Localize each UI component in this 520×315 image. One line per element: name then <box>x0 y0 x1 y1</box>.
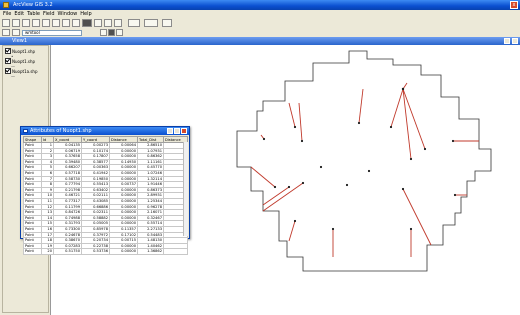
menu-item-help[interactable]: Help <box>80 10 91 18</box>
legend-layer[interactable]: Nuopt1a.shp — <box>5 68 38 79</box>
data-point <box>367 169 371 173</box>
data-point <box>423 147 427 151</box>
menu-item-edit[interactable]: Edit <box>14 10 24 18</box>
table-cell: Point <box>23 248 42 255</box>
attributes-window[interactable]: Attributes of Nuopt1.shp Shape Id X_coord Y… <box>20 126 190 255</box>
attributes-title: Attributes of Nuopt1.shp <box>30 128 92 134</box>
data-point <box>287 185 291 189</box>
data-point <box>345 183 349 187</box>
zoom-full-icon[interactable] <box>52 19 60 27</box>
attribute-table: Shape Id X_coord Y_coord Distance Total_Dist D… <box>23 136 188 255</box>
data-point <box>293 125 297 129</box>
data-point <box>301 181 305 185</box>
data-point <box>409 227 413 231</box>
save-icon[interactable] <box>2 19 10 27</box>
chart-icon[interactable] <box>128 19 140 27</box>
maximize-button[interactable] <box>174 128 180 134</box>
table-icon[interactable] <box>42 19 50 27</box>
data-point <box>357 121 361 125</box>
help-icon[interactable] <box>162 19 172 27</box>
close-button[interactable] <box>181 128 187 134</box>
minimize-button[interactable] <box>504 38 510 44</box>
tool-combo[interactable]: wmtool <box>22 30 82 36</box>
menu-item-field[interactable]: Field <box>43 10 55 18</box>
table-cell: 1.36862 <box>137 248 164 255</box>
line-symbol-icon: — <box>11 74 15 79</box>
theme-properties-icon[interactable] <box>22 19 30 27</box>
pointer-icon[interactable] <box>2 29 10 36</box>
menu-item-window[interactable]: Window <box>58 10 78 18</box>
data-point <box>453 193 457 197</box>
data-point <box>293 219 297 223</box>
edit-legend-icon[interactable] <box>32 19 40 27</box>
table-row[interactable]: Point 20 0.51750 0.53736 0.00000 1.36862 <box>23 248 188 255</box>
view-title-bar: View1 <box>0 37 520 45</box>
table-cell: 20 <box>41 248 54 255</box>
vertical-scrollbar[interactable] <box>183 142 188 236</box>
data-point <box>300 139 304 143</box>
connector-line <box>250 166 276 188</box>
menu-item-table[interactable]: Table <box>27 10 40 18</box>
data-point <box>451 139 455 143</box>
data-point <box>273 185 277 189</box>
add-theme-icon[interactable] <box>12 19 20 27</box>
study-area-polygon <box>236 50 492 272</box>
connector-line <box>288 220 296 242</box>
data-point <box>401 87 405 91</box>
minimize-button[interactable] <box>167 128 173 134</box>
app-title: ArcView GIS 3.2 <box>13 2 53 8</box>
layer-visibility-checkbox[interactable] <box>5 68 11 74</box>
menu-bar: File Edit Table Field Window Help <box>0 10 520 18</box>
connector-line <box>298 102 303 142</box>
app-title-bar: ArcView GIS 3.2 x <box>0 0 520 10</box>
table-cell: 0.53736 <box>81 248 110 255</box>
zoom-in-icon[interactable] <box>72 19 80 27</box>
connector-line <box>402 188 432 246</box>
connector-line <box>262 182 304 212</box>
menu-item-file[interactable]: File <box>3 10 11 18</box>
layout-icon[interactable] <box>144 19 158 27</box>
table-cell: 0.00000 <box>109 248 138 255</box>
maximize-button[interactable] <box>512 38 518 44</box>
connector-line <box>390 88 404 128</box>
identify-icon[interactable] <box>12 29 20 36</box>
zoom-selected-icon[interactable] <box>62 19 70 27</box>
query-builder-icon[interactable] <box>94 19 102 27</box>
data-point <box>331 227 335 231</box>
connector-line <box>358 88 364 124</box>
app-icon <box>3 2 9 8</box>
data-point <box>262 137 266 141</box>
attributes-title-bar: Attributes of Nuopt1.shp <box>21 127 189 135</box>
zoom-tool-icon[interactable] <box>100 29 107 36</box>
view-title: View1 <box>12 38 28 44</box>
select-feature-icon[interactable] <box>82 19 92 27</box>
layer-visibility-checkbox[interactable] <box>5 48 11 54</box>
table-icon <box>23 129 28 133</box>
layer-visibility-checkbox[interactable] <box>5 58 11 64</box>
data-point <box>319 165 323 169</box>
measure-tool-icon[interactable] <box>116 29 123 36</box>
close-button[interactable]: x <box>510 1 518 9</box>
table-cell: 0.51750 <box>53 248 82 255</box>
data-point <box>401 187 405 191</box>
locate-icon[interactable] <box>104 19 112 27</box>
table-cell <box>163 248 188 255</box>
find-icon[interactable] <box>114 19 122 27</box>
pan-tool-icon[interactable] <box>108 29 115 36</box>
connector-line <box>288 102 296 128</box>
data-point <box>389 125 393 129</box>
data-point <box>409 157 413 161</box>
